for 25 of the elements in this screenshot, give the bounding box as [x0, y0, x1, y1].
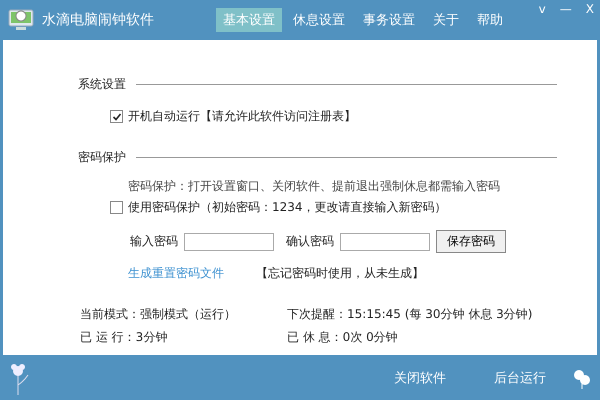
- tab[interactable]: 事务设置: [356, 8, 422, 32]
- tab[interactable]: 休息设置: [286, 8, 352, 32]
- status-text: 已 休 息：0次 0分钟: [287, 329, 399, 346]
- tab[interactable]: 关于: [426, 8, 466, 32]
- footer-button[interactable]: 关闭软件: [388, 368, 452, 388]
- window-title: 水滴电脑闹钟软件: [42, 11, 155, 29]
- checkbox-label: 使用密码保护（初始密码：1234，更改请直接输入新密码）: [128, 199, 447, 216]
- footer-button[interactable]: 后台运行: [488, 368, 552, 388]
- tab[interactable]: 基本设置: [216, 8, 282, 32]
- save-button[interactable]: 保存密码: [436, 230, 506, 253]
- dropdown-button[interactable]: v: [538, 2, 546, 16]
- tab[interactable]: 帮助: [470, 8, 510, 32]
- field-label: 输入密码: [130, 233, 178, 250]
- status-text: 当前模式：强制模式（运行）: [80, 306, 237, 323]
- description-text: 密码保护：打开设置窗口、关闭软件、提前退出强制休息都需输入密码: [128, 178, 501, 195]
- status-text: 下次提醒：15:15:45 (每 30分钟 休息 3分钟): [287, 306, 534, 323]
- status-text: 已 运 行：3分钟: [80, 329, 168, 346]
- checkbox-label: 开机自动运行【请允许此软件访问注册表】: [128, 108, 356, 125]
- minimize-button[interactable]: —: [560, 2, 572, 16]
- close-button[interactable]: X: [586, 2, 594, 16]
- note-text: 【忘记密码时使用，从未生成】: [256, 265, 424, 282]
- section-heading: 系统设置: [78, 76, 126, 93]
- reset-link[interactable]: 生成重置密码文件: [128, 265, 224, 282]
- field-label: 确认密码: [286, 233, 334, 250]
- section-heading: 密码保护: [78, 149, 126, 166]
